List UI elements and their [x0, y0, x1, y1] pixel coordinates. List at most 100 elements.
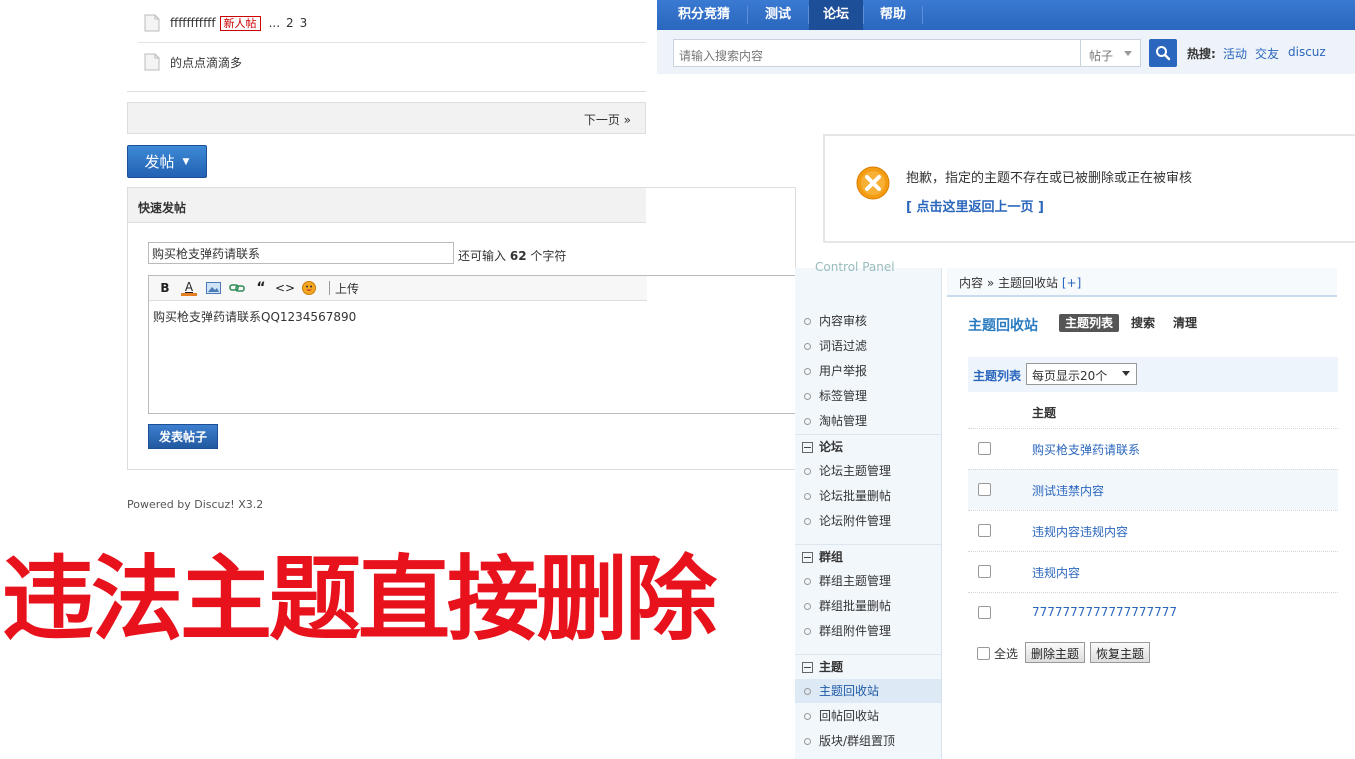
sidebar-item-content-review[interactable]: 内容审核 [795, 309, 941, 333]
row-checkbox[interactable] [978, 483, 991, 496]
sidebar-group-groups[interactable]: 群组 [795, 544, 941, 569]
editor-content[interactable]: 购买枪支弹药请联系QQ1234567890 [153, 308, 356, 325]
breadcrumb-content[interactable]: 内容 [959, 276, 983, 290]
sidebar-item-thread-recycle-bin[interactable]: 主题回收站 [795, 679, 941, 703]
search-button[interactable] [1149, 39, 1177, 67]
tab-thread-list[interactable]: 主题列表 [1059, 314, 1120, 332]
next-page-link[interactable]: 下一页 » [584, 111, 631, 128]
nav-item-help[interactable]: 帮助 [864, 0, 922, 30]
quick-post-header: 快速发帖 [128, 188, 646, 223]
sidebar-item-sticky-threads[interactable]: 版块/群组置顶 [795, 729, 941, 753]
per-page-select[interactable]: 每页显示20个 [1026, 363, 1137, 385]
table-row: 7777777777777777777 [968, 592, 1338, 633]
image-icon[interactable] [205, 280, 221, 296]
sidebar-item-label: 群组主题管理 [819, 574, 892, 588]
sidebar-item-collection-management[interactable]: 淘帖管理 [795, 409, 941, 433]
table-row: 违规内容违规内容 [968, 510, 1338, 551]
font-color-icon[interactable]: A [181, 280, 197, 296]
tab-clean[interactable]: 清理 [1167, 314, 1203, 332]
delete-thread-button[interactable]: 删除主题 [1025, 642, 1086, 663]
sidebar-item-forum-threads[interactable]: 论坛主题管理 [795, 459, 941, 483]
link-icon[interactable] [229, 280, 245, 296]
thread-link[interactable]: 购买枪支弹药请联系 [1032, 441, 1140, 458]
quick-post-title: 快速发帖 [138, 201, 187, 215]
sidebar-item-group-threads[interactable]: 群组主题管理 [795, 569, 941, 593]
bold-icon[interactable]: B [157, 280, 173, 296]
page-link-2[interactable]: 2 [286, 16, 294, 30]
add-shortcut-link[interactable]: [+] [1062, 276, 1081, 290]
bullet-icon [804, 713, 811, 720]
search-input[interactable]: 请输入搜索内容 [673, 39, 1081, 67]
thread-title[interactable]: 的点点滴滴多 [170, 54, 242, 71]
sidebar-item-user-reports[interactable]: 用户举报 [795, 359, 941, 383]
sidebar-group-label: 群组 [819, 550, 844, 564]
collapse-icon [802, 552, 813, 563]
tab-search[interactable]: 搜索 [1125, 314, 1161, 332]
breadcrumb-current: 主题回收站 [998, 276, 1059, 290]
submit-post-button[interactable]: 发表帖子 [148, 424, 218, 449]
module-title: 主题回收站 [968, 318, 1038, 334]
thread-row[interactable]: 的点点滴滴多 [138, 43, 646, 81]
select-all-checkbox[interactable] [977, 647, 990, 660]
thread-link[interactable]: 违规内容 [1032, 564, 1080, 581]
sidebar-item-word-filter[interactable]: 词语过滤 [795, 334, 941, 358]
upload-button[interactable]: 上传 [335, 280, 359, 297]
quote-icon[interactable]: “ [253, 280, 269, 296]
nav-item-points-quiz[interactable]: 积分竞猜 [661, 0, 747, 30]
thread-link[interactable]: 违规内容违规内容 [1032, 523, 1128, 540]
collapse-icon [802, 662, 813, 673]
nav-item-forum[interactable]: 论坛 [809, 0, 863, 30]
hot-search-label: 热搜: [1187, 47, 1216, 61]
sidebar-item-group-attachments[interactable]: 群组附件管理 [795, 619, 941, 643]
thread-link[interactable]: 7777777777777777777 [1032, 605, 1177, 619]
nav-item-test[interactable]: 测试 [748, 0, 808, 30]
document-icon [144, 53, 160, 71]
sidebar-item-reply-recycle-bin[interactable]: 回帖回收站 [795, 704, 941, 728]
hot-link-activity[interactable]: 活动 [1223, 45, 1247, 62]
sidebar-item-label: 用户举报 [819, 364, 868, 378]
back-link[interactable]: [ 点击这里返回上一页 ] [906, 196, 1044, 215]
sidebar-item-group-batch-delete[interactable]: 群组批量删帖 [795, 594, 941, 618]
chevron-down-icon [1124, 51, 1132, 56]
row-checkbox[interactable] [978, 606, 991, 619]
bullet-icon [804, 393, 811, 400]
hot-link-discuz[interactable]: discuz [1288, 45, 1326, 59]
row-checkbox[interactable] [978, 565, 991, 578]
sidebar-item-label: 群组附件管理 [819, 624, 892, 638]
thread-link[interactable]: 测试违禁内容 [1032, 482, 1104, 499]
sidebar-item-tag-management[interactable]: 标签管理 [795, 384, 941, 408]
row-checkbox[interactable] [978, 442, 991, 455]
row-checkbox[interactable] [978, 524, 991, 537]
sidebar-item-label: 论坛批量删帖 [819, 489, 892, 503]
thread-row[interactable]: fffffffffff 新人帖 ... 2 3 [138, 4, 646, 43]
breadcrumb-separator: » [986, 276, 995, 290]
document-icon [144, 14, 160, 32]
sidebar-group-threads[interactable]: 主题 [795, 654, 941, 679]
code-icon[interactable]: <> [275, 280, 295, 296]
overlay-caption: 违法主题直接删除 [2, 546, 717, 653]
toolbar-separator [329, 281, 330, 295]
search-type-select[interactable]: 帖子 [1081, 39, 1141, 67]
admin-sidebar: Control Panel 内容审核 词语过滤 用户举报 标签管理 淘帖管理 论… [795, 260, 942, 759]
editor-toolbar: B A “ <> 上传 [149, 276, 647, 301]
emoji-icon[interactable] [301, 280, 317, 296]
new-post-button[interactable]: 发帖 ▼ [127, 145, 207, 178]
sidebar-group-forum[interactable]: 论坛 [795, 434, 941, 459]
sidebar-item-label: 论坛附件管理 [819, 514, 892, 528]
sidebar-item-label: 淘帖管理 [819, 414, 868, 428]
control-panel-title: Control Panel [815, 260, 895, 274]
restore-thread-button[interactable]: 恢复主题 [1090, 642, 1151, 663]
bullet-icon [804, 343, 811, 350]
subject-input[interactable]: 购买枪支弹药请联系 [148, 242, 454, 264]
sidebar-item-forum-attachments[interactable]: 论坛附件管理 [795, 509, 941, 533]
sidebar-item-label: 群组批量删帖 [819, 599, 892, 613]
sidebar-item-label: 论坛主题管理 [819, 464, 892, 478]
thread-title[interactable]: fffffffffff [170, 16, 216, 30]
sidebar-item-forum-batch-delete[interactable]: 论坛批量删帖 [795, 484, 941, 508]
post-editor[interactable]: B A “ <> 上传 购买枪支弹药请联系QQ1234567890 [148, 275, 797, 414]
column-header-subject: 主题 [1032, 406, 1057, 420]
page-link-3[interactable]: 3 [300, 16, 308, 30]
list-toolbar: 主题列表 每页显示20个 [968, 357, 1338, 392]
hot-link-friends[interactable]: 交友 [1255, 45, 1279, 62]
select-all[interactable]: 全选 [977, 645, 1018, 662]
